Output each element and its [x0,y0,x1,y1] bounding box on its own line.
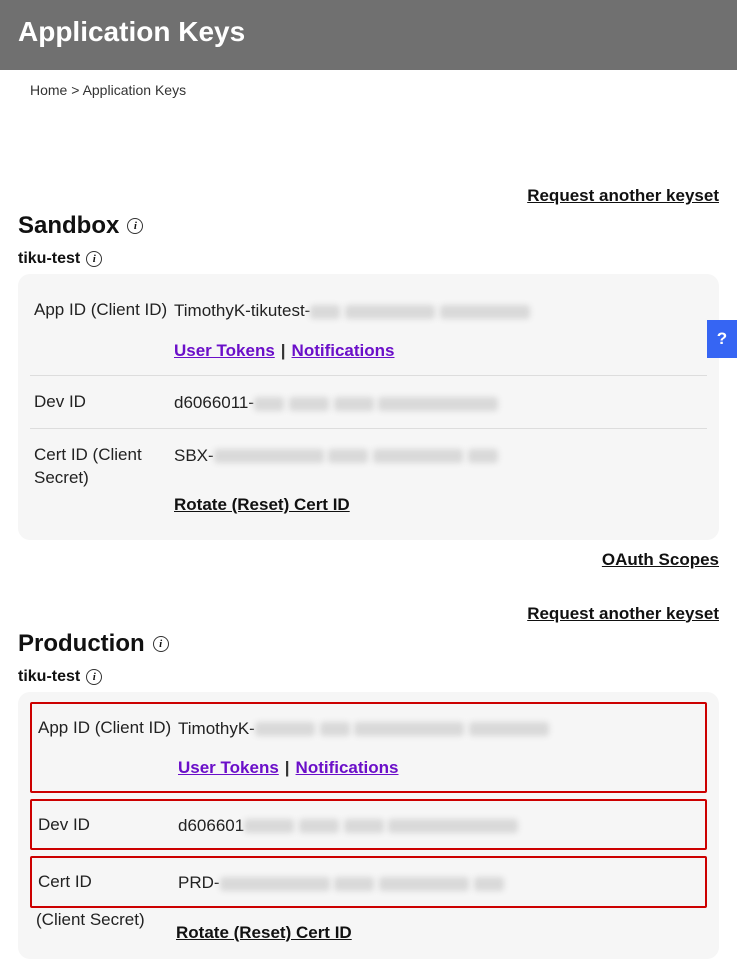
devid-label: Dev ID [38,813,178,839]
user-tokens-link[interactable]: User Tokens [174,341,275,360]
sandbox-appid-row: App ID (Client ID) TimothyK-tikutest- Us… [30,284,707,375]
page-header: Application Keys [0,0,737,70]
production-app-name: tiku-test i [18,668,719,686]
sandbox-top-actions: Request another keyset [18,186,719,206]
production-card: App ID (Client ID) TimothyK- User Tokens… [18,692,719,959]
sandbox-card: App ID (Client ID) TimothyK-tikutest- Us… [18,274,719,540]
user-tokens-link[interactable]: User Tokens [178,758,279,777]
help-button[interactable]: ? [707,320,737,358]
production-certid-row: Cert ID PRD- [30,856,707,908]
appid-prefix: TimothyK-tikutest- [174,301,310,320]
devid-label: Dev ID [34,390,174,416]
production-top-actions: Request another keyset [18,604,719,624]
notifications-link[interactable]: Notifications [296,758,399,777]
sandbox-title: Sandbox i [18,212,719,240]
certid-label: Cert ID [38,870,178,896]
certid-label: Cert ID (Client Secret) [34,443,174,518]
breadcrumb-home[interactable]: Home [30,82,67,98]
breadcrumb-current: Application Keys [83,82,187,98]
request-keyset-link[interactable]: Request another keyset [527,604,719,623]
appid-value: TimothyK-tikutest- User Tokens | Notificat… [174,298,703,363]
breadcrumb: Home > Application Keys [0,70,737,106]
devid-prefix: d606601 [178,816,244,835]
certid-prefix: PRD- [178,873,220,892]
rotate-certid-link[interactable]: Rotate (Reset) Cert ID [176,920,352,946]
sandbox-app-name: tiku-test i [18,250,719,268]
sandbox-app-name-text: tiku-test [18,250,80,268]
link-sep: | [281,341,286,360]
page-title: Application Keys [18,16,719,48]
info-icon[interactable]: i [153,636,169,652]
appid-label: App ID (Client ID) [38,716,178,781]
info-icon[interactable]: i [86,251,102,267]
request-keyset-link[interactable]: Request another keyset [527,186,719,205]
breadcrumb-sep: > [71,82,79,98]
appid-value: TimothyK- User Tokens | Notifications [178,716,699,781]
certid-value: PRD- [178,870,699,896]
production-title-text: Production [18,630,145,658]
rotate-certid-link[interactable]: Rotate (Reset) Cert ID [174,492,350,518]
appid-label: App ID (Client ID) [34,298,174,363]
notifications-link[interactable]: Notifications [292,341,395,360]
production-appid-row: App ID (Client ID) TimothyK- User Tokens… [30,702,707,793]
sandbox-devid-row: Dev ID d6066011- [30,375,707,428]
certid-value: SBX- Rotate (Reset) Cert ID [174,443,703,518]
link-sep: | [285,758,290,777]
devid-value: d606601 [178,813,699,839]
info-icon[interactable]: i [127,218,143,234]
info-icon[interactable]: i [86,669,102,685]
production-title: Production i [18,630,719,658]
sandbox-title-text: Sandbox [18,212,119,240]
certid-prefix: SBX- [174,446,214,465]
appid-prefix: TimothyK- [178,719,255,738]
oauth-scopes-link[interactable]: OAuth Scopes [602,550,719,569]
certid-sublabel: (Client Secret) [36,908,176,946]
production-devid-row: Dev ID d606601 [30,799,707,851]
devid-prefix: d6066011- [174,393,254,412]
help-icon: ? [717,329,727,349]
sandbox-certid-row: Cert ID (Client Secret) SBX- Rotate (Res… [30,428,707,530]
production-app-name-text: tiku-test [18,668,80,686]
devid-value: d6066011- [174,390,703,416]
